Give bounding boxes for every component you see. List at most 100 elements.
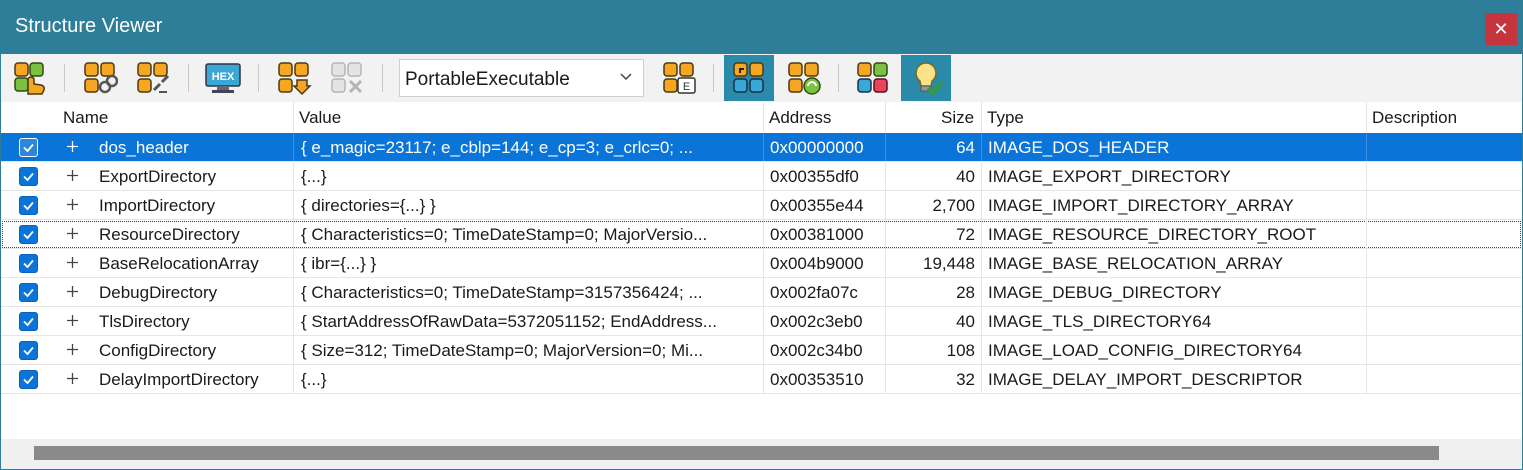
- cell-type: IMAGE_DOS_HEADER: [988, 138, 1170, 157]
- structure-disabled-icon: [326, 57, 368, 99]
- expand-plus-icon[interactable]: [65, 342, 80, 357]
- expand-plus-icon[interactable]: [65, 168, 80, 183]
- grid-header: Name Value Address Size Type Description: [1, 102, 1522, 133]
- row-checkbox[interactable]: [19, 312, 38, 331]
- row-checkbox[interactable]: [19, 370, 38, 389]
- structure-download-icon[interactable]: [273, 57, 315, 99]
- checkmark-icon: [23, 259, 34, 269]
- cell-name: DebugDirectory: [99, 283, 218, 302]
- expand-plus-icon[interactable]: [65, 139, 80, 154]
- expand-plus-icon[interactable]: [65, 371, 80, 386]
- checkmark-icon: [23, 201, 34, 211]
- cell-name: ImportDirectory: [99, 196, 216, 215]
- table-row[interactable]: BaseRelocationArray { ibr={...} } 0x004b…: [1, 249, 1522, 278]
- cell-type: IMAGE_IMPORT_DIRECTORY_ARRAY: [988, 196, 1294, 215]
- column-header-value[interactable]: Value: [299, 108, 341, 128]
- structure-hand-icon[interactable]: [9, 57, 51, 99]
- checkmark-icon: [23, 230, 34, 240]
- row-checkbox[interactable]: [19, 167, 38, 186]
- cell-address: 0x002fa07c: [770, 283, 858, 302]
- cell-address: 0x002c34b0: [770, 341, 863, 360]
- cell-value: { e_magic=23117; e_cblp=144; e_cp=3; e_c…: [301, 138, 693, 157]
- table-row[interactable]: DebugDirectory { Characteristics=0; Time…: [1, 278, 1522, 307]
- close-button[interactable]: ✕: [1485, 13, 1517, 45]
- toolbar: HEX PortableExecutable E: [1, 54, 1522, 102]
- cell-size: 72: [956, 225, 975, 244]
- cell-name: ResourceDirectory: [99, 225, 240, 244]
- title-bar: Structure Viewer ✕: [1, 1, 1522, 54]
- cell-type: IMAGE_BASE_RELOCATION_ARRAY: [988, 254, 1284, 273]
- cell-value: { Characteristics=0; TimeDateStamp=31573…: [301, 283, 703, 302]
- table-row[interactable]: ImportDirectory { directories={...} } 0x…: [1, 191, 1522, 220]
- structure-refresh-icon[interactable]: [724, 55, 774, 101]
- cell-address: 0x00355e44: [770, 196, 864, 215]
- checkmark-icon: [23, 172, 34, 182]
- cell-name: ExportDirectory: [99, 167, 217, 186]
- hex-view-icon[interactable]: HEX: [202, 57, 244, 99]
- structure-edit-e-icon[interactable]: E: [658, 57, 700, 99]
- row-checkbox[interactable]: [19, 196, 38, 215]
- column-header-size[interactable]: Size: [941, 108, 974, 128]
- table-row[interactable]: ConfigDirectory { Size=312; TimeDateStam…: [1, 336, 1522, 365]
- cell-address: 0x00000000: [770, 138, 864, 157]
- structure-link-icon[interactable]: [79, 57, 121, 99]
- cell-size: 64: [956, 138, 975, 157]
- cell-type: IMAGE_RESOURCE_DIRECTORY_ROOT: [988, 225, 1317, 244]
- lightbulb-check-icon[interactable]: [901, 55, 951, 101]
- structure-sync-icon[interactable]: [783, 57, 825, 99]
- cell-name: dos_header: [99, 138, 189, 157]
- row-checkbox[interactable]: [19, 341, 38, 360]
- cell-type: IMAGE_DELAY_IMPORT_DESCRIPTOR: [988, 370, 1303, 389]
- checkmark-icon: [23, 288, 34, 298]
- structure-color-icon[interactable]: [852, 57, 894, 99]
- cell-value: { ibr={...} }: [301, 254, 377, 273]
- cell-type: IMAGE_EXPORT_DIRECTORY: [988, 167, 1231, 186]
- column-header-type[interactable]: Type: [987, 108, 1024, 128]
- close-icon: ✕: [1493, 19, 1509, 39]
- checkmark-icon: [23, 143, 34, 153]
- cell-type: IMAGE_DEBUG_DIRECTORY: [988, 283, 1222, 302]
- cell-address: 0x002c3eb0: [770, 312, 863, 331]
- row-checkbox[interactable]: [19, 138, 38, 157]
- svg-text:HEX: HEX: [212, 71, 235, 83]
- cell-name: DelayImportDirectory: [99, 370, 259, 389]
- row-checkbox[interactable]: [19, 225, 38, 244]
- cell-type: IMAGE_LOAD_CONFIG_DIRECTORY64: [988, 341, 1302, 360]
- structure-viewer-window: Structure Viewer ✕ HEX PortableExecutabl…: [0, 0, 1523, 470]
- table-row[interactable]: DelayImportDirectory {...} 0x00353510 32…: [1, 365, 1522, 394]
- scrollbar-thumb[interactable]: [34, 446, 1439, 460]
- column-header-name[interactable]: Name: [63, 108, 108, 128]
- expand-plus-icon[interactable]: [65, 313, 80, 328]
- table-row[interactable]: dos_header { e_magic=23117; e_cblp=144; …: [1, 133, 1522, 162]
- cell-address: 0x00381000: [770, 225, 864, 244]
- expand-plus-icon[interactable]: [65, 284, 80, 299]
- cell-size: 2,700: [932, 196, 975, 215]
- cell-name: ConfigDirectory: [99, 341, 217, 360]
- svg-text:E: E: [683, 81, 690, 93]
- cell-size: 28: [956, 283, 975, 302]
- horizontal-scrollbar[interactable]: [1, 439, 1522, 469]
- row-checkbox[interactable]: [19, 283, 38, 302]
- cell-address: 0x00355df0: [770, 167, 859, 186]
- structure-grid: Name Value Address Size Type Description…: [1, 102, 1522, 439]
- format-select-value: PortableExecutable: [405, 69, 570, 90]
- column-header-description[interactable]: Description: [1372, 108, 1457, 128]
- table-row[interactable]: TlsDirectory { StartAddressOfRawData=537…: [1, 307, 1522, 336]
- expand-plus-icon[interactable]: [65, 226, 80, 241]
- expand-plus-icon[interactable]: [65, 255, 80, 270]
- column-header-address[interactable]: Address: [769, 108, 831, 128]
- cell-size: 108: [946, 341, 975, 360]
- checkmark-icon: [23, 317, 34, 327]
- format-select[interactable]: PortableExecutable: [399, 59, 644, 97]
- cell-size: 40: [956, 312, 975, 331]
- structure-unlink-icon[interactable]: [132, 57, 174, 99]
- cell-value: { Characteristics=0; TimeDateStamp=0; Ma…: [301, 225, 708, 244]
- cell-value: { StartAddressOfRawData=5372051152; EndA…: [301, 312, 717, 331]
- expand-plus-icon[interactable]: [65, 197, 80, 212]
- table-row[interactable]: ResourceDirectory { Characteristics=0; T…: [1, 220, 1522, 249]
- cell-value: {...}: [301, 167, 327, 186]
- checkmark-icon: [23, 346, 34, 356]
- row-checkbox[interactable]: [19, 254, 38, 273]
- table-row[interactable]: ExportDirectory {...} 0x00355df0 40 IMAG…: [1, 162, 1522, 191]
- cell-size: 40: [956, 167, 975, 186]
